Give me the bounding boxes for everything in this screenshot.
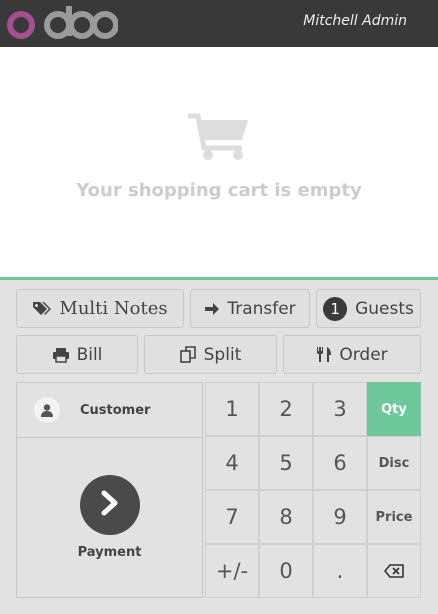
customer-button[interactable]: Customer (17, 383, 202, 438)
payment-label: Payment (77, 545, 142, 560)
multi-notes-button[interactable]: Multi Notes (16, 289, 184, 328)
numpad-key-9[interactable]: 9 (313, 490, 367, 544)
top-bar: Mitchell Admin (0, 0, 438, 47)
chevron-right-icon (99, 490, 121, 520)
numpad-key-8[interactable]: 8 (259, 490, 313, 544)
shopping-cart-icon (188, 113, 248, 160)
numpad-key-1[interactable]: 1 (205, 382, 259, 436)
order-label: Order (339, 344, 388, 365)
bill-button[interactable]: Bill (16, 335, 138, 374)
numpad-key-5[interactable]: 5 (259, 436, 313, 490)
customer-label: Customer (80, 402, 151, 418)
transfer-label: Transfer (227, 298, 296, 319)
backspace-icon (384, 559, 404, 583)
cutlery-icon (316, 346, 332, 363)
tags-icon (32, 301, 52, 317)
numpad-key-plus-minus[interactable]: +/- (205, 544, 259, 598)
guests-button[interactable]: 1 Guests (316, 289, 421, 328)
numpad-key-3[interactable]: 3 (313, 382, 367, 436)
arrow-right-icon (204, 302, 220, 316)
numpad-key-4[interactable]: 4 (205, 436, 259, 490)
numpad-key-0[interactable]: 0 (259, 544, 313, 598)
numpad-key-decimal[interactable]: . (313, 544, 367, 598)
empty-cart-message: Your shopping cart is empty (76, 180, 362, 201)
qty-mode-button[interactable]: Qty (367, 382, 421, 436)
order-cart (0, 47, 438, 277)
split-label: Split (203, 344, 242, 365)
action-pad: Customer Payment (16, 382, 203, 598)
numpad-key-2[interactable]: 2 (259, 382, 313, 436)
multi-notes-label: Multi Notes (59, 298, 168, 319)
bill-label: Bill (76, 344, 103, 365)
guests-label: Guests (355, 298, 414, 319)
copy-icon (179, 346, 197, 363)
odoo-logo (7, 6, 118, 39)
price-mode-button[interactable]: Price (367, 490, 421, 544)
cart-divider (0, 277, 438, 280)
disc-mode-button[interactable]: Disc (367, 436, 421, 490)
guests-count-badge: 1 (323, 296, 348, 321)
numpad-key-7[interactable]: 7 (205, 490, 259, 544)
print-icon (52, 347, 70, 363)
order-button[interactable]: Order (283, 335, 421, 374)
split-button[interactable]: Split (144, 335, 277, 374)
user-name[interactable]: Mitchell Admin (303, 13, 407, 29)
payment-button[interactable] (80, 475, 140, 535)
transfer-button[interactable]: Transfer (190, 289, 310, 328)
numpad: 1 2 3 Qty 4 5 6 Disc 7 8 9 Price +/- 0 . (205, 382, 421, 598)
numpad-key-6[interactable]: 6 (313, 436, 367, 490)
backspace-button[interactable] (367, 544, 421, 598)
user-icon (34, 397, 60, 423)
